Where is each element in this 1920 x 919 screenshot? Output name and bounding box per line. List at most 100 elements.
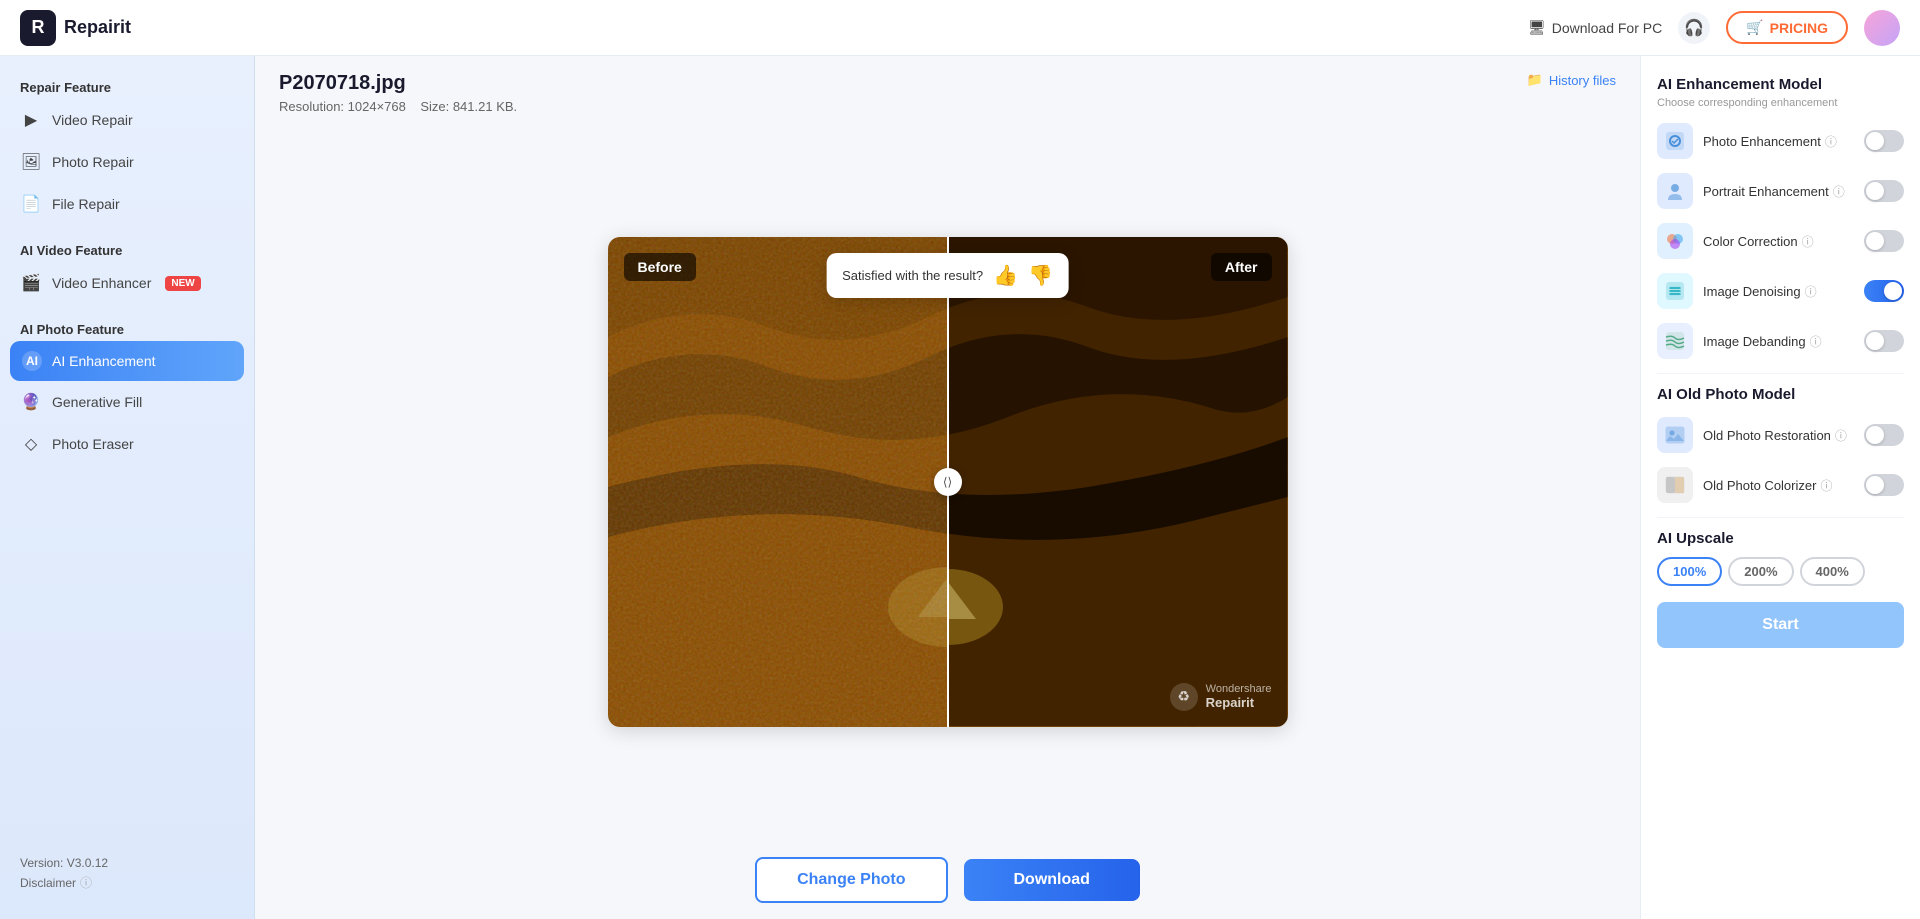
image-denoising-toggle[interactable] [1864, 280, 1904, 302]
app-body: Repair Feature ▶ Video Repair 🖼 Photo Re… [0, 56, 1920, 919]
avatar[interactable] [1864, 10, 1900, 46]
upscale-400-button[interactable]: 400% [1800, 557, 1865, 586]
feature-row-old-photo-colorizer: Old Photo Colorizer ⓘ [1657, 467, 1904, 503]
thumbs-up-button[interactable]: 👍 [993, 263, 1018, 288]
right-panel: AI Enhancement Model Choose correspondin… [1640, 56, 1920, 919]
feature-row-photo-enhancement: Photo Enhancement ⓘ [1657, 123, 1904, 159]
help-button[interactable]: 🎧 [1678, 12, 1710, 44]
old-photo-colorizer-toggle[interactable] [1864, 474, 1904, 496]
generative-fill-icon: 🔮 [20, 391, 42, 413]
upscale-200-button[interactable]: 200% [1728, 557, 1793, 586]
comparison-handle[interactable]: ⟨⟩ [934, 468, 962, 496]
old-photo-colorizer-label: Old Photo Colorizer ⓘ [1703, 477, 1854, 494]
panel-divider-2 [1657, 517, 1904, 518]
sidebar-item-video-enhancer[interactable]: 🎬 Video Enhancer NEW [0, 262, 254, 304]
ai-enhancement-icon: AI [22, 351, 42, 371]
video-enhancer-icon: 🎬 [20, 272, 42, 294]
after-label: After [1211, 253, 1272, 281]
file-size: Size: 841.21 KB. [420, 99, 517, 114]
model-subtitle: Choose corresponding enhancement [1657, 97, 1904, 109]
pricing-button[interactable]: 🛒 PRICING [1726, 11, 1848, 44]
main-content: P2070718.jpg Resolution: 1024×768 Size: … [255, 56, 1640, 919]
monitor-icon: 🖥 [1528, 19, 1546, 36]
upscale-100-button[interactable]: 100% [1657, 557, 1722, 586]
sidebar: Repair Feature ▶ Video Repair 🖼 Photo Re… [0, 56, 255, 919]
content-header: P2070718.jpg Resolution: 1024×768 Size: … [255, 56, 1640, 122]
header-right: 🖥 Download For PC 🎧 🛒 PRICING [1528, 10, 1900, 46]
before-label: Before [624, 253, 696, 281]
logo: R Repairit [20, 10, 131, 46]
photo-enhancement-label: Photo Enhancement ⓘ [1703, 133, 1854, 150]
image-denoising-icon-wrap [1657, 273, 1693, 309]
disclaimer-info-icon: ⓘ [80, 874, 92, 891]
old-photo-restoration-info-icon[interactable]: ⓘ [1835, 427, 1847, 444]
headset-icon: 🎧 [1684, 18, 1704, 38]
panel-divider-1 [1657, 373, 1904, 374]
image-debanding-label: Image Debanding ⓘ [1703, 333, 1854, 350]
sidebar-item-generative-fill[interactable]: 🔮 Generative Fill [0, 381, 254, 423]
old-photo-restoration-toggle[interactable] [1864, 424, 1904, 446]
feature-row-old-photo-restoration: Old Photo Restoration ⓘ [1657, 417, 1904, 453]
cart-icon: 🛒 [1746, 19, 1763, 36]
upscale-section: AI Upscale 100% 200% 400% Start [1657, 530, 1904, 648]
image-denoising-icon [1664, 280, 1686, 302]
file-repair-icon: 📄 [20, 193, 42, 215]
version-text: Version: V3.0.12 [20, 856, 234, 870]
header: R Repairit 🖥 Download For PC 🎧 🛒 PRICING [0, 0, 1920, 56]
video-repair-icon: ▶ [20, 109, 42, 131]
sidebar-item-ai-enhancement[interactable]: AI AI Enhancement [10, 341, 244, 381]
start-button[interactable]: Start [1657, 602, 1904, 648]
comparison-container[interactable]: Before After Satisfied with the result? … [608, 237, 1288, 727]
image-debanding-toggle[interactable] [1864, 330, 1904, 352]
sidebar-item-label: Photo Repair [52, 154, 134, 170]
watermark-text: Wondershare Repairit [1206, 683, 1272, 710]
sidebar-item-file-repair[interactable]: 📄 File Repair [0, 183, 254, 225]
thumbs-down-button[interactable]: 👎 [1028, 263, 1053, 288]
portrait-enhancement-icon [1664, 180, 1686, 202]
photo-enhancement-icon [1664, 130, 1686, 152]
color-correction-info-icon[interactable]: ⓘ [1802, 233, 1814, 250]
photo-eraser-icon: ◇ [20, 433, 42, 455]
sidebar-item-label: AI Enhancement [52, 353, 156, 369]
photo-enhancement-toggle[interactable] [1864, 130, 1904, 152]
image-denoising-info-icon[interactable]: ⓘ [1805, 283, 1817, 300]
feature-row-color-correction: Color Correction ⓘ [1657, 223, 1904, 259]
portrait-enhancement-label: Portrait Enhancement ⓘ [1703, 183, 1854, 200]
image-debanding-info-icon[interactable]: ⓘ [1810, 333, 1822, 350]
action-bar: Change Photo Download [255, 841, 1640, 919]
resolution: Resolution: 1024×768 [279, 99, 406, 114]
logo-text: Repairit [64, 17, 131, 38]
sidebar-item-label: Video Repair [52, 112, 133, 128]
sidebar-item-label: Generative Fill [52, 394, 142, 410]
change-photo-button[interactable]: Change Photo [755, 857, 947, 903]
old-photo-restoration-icon [1664, 424, 1686, 446]
sidebar-footer: Version: V3.0.12 Disclaimer ⓘ [0, 844, 254, 903]
portrait-enhancement-icon-wrap [1657, 173, 1693, 209]
photo-enhancement-info-icon[interactable]: ⓘ [1825, 133, 1837, 150]
image-debanding-icon [1664, 330, 1686, 352]
logo-icon: R [20, 10, 56, 46]
portrait-enhancement-toggle[interactable] [1864, 180, 1904, 202]
feature-row-portrait-enhancement: Portrait Enhancement ⓘ [1657, 173, 1904, 209]
satisfaction-popup: Satisfied with the result? 👍 👎 [826, 253, 1069, 298]
color-correction-toggle[interactable] [1864, 230, 1904, 252]
portrait-enhancement-info-icon[interactable]: ⓘ [1833, 183, 1845, 200]
image-denoising-label: Image Denoising ⓘ [1703, 283, 1854, 300]
disclaimer-text[interactable]: Disclaimer [20, 876, 76, 890]
download-for-pc-button[interactable]: 🖥 Download For PC [1528, 19, 1662, 36]
old-photo-colorizer-info-icon[interactable]: ⓘ [1820, 477, 1832, 494]
history-files-button[interactable]: 📁 History files [1527, 72, 1616, 88]
feature-row-image-denoising: Image Denoising ⓘ [1657, 273, 1904, 309]
upscale-title: AI Upscale [1657, 530, 1904, 547]
upscale-options: 100% 200% 400% [1657, 557, 1904, 586]
sidebar-item-photo-repair[interactable]: 🖼 Photo Repair [0, 141, 254, 183]
image-debanding-icon-wrap [1657, 323, 1693, 359]
download-button[interactable]: Download [964, 859, 1140, 901]
sidebar-item-photo-eraser[interactable]: ◇ Photo Eraser [0, 423, 254, 465]
color-correction-label: Color Correction ⓘ [1703, 233, 1854, 250]
watermark-icon: ♻ [1170, 683, 1198, 711]
sidebar-item-video-repair[interactable]: ▶ Video Repair [0, 99, 254, 141]
filename: P2070718.jpg [279, 72, 517, 95]
sidebar-item-label: Video Enhancer [52, 275, 151, 291]
image-viewer: Before After Satisfied with the result? … [255, 122, 1640, 841]
